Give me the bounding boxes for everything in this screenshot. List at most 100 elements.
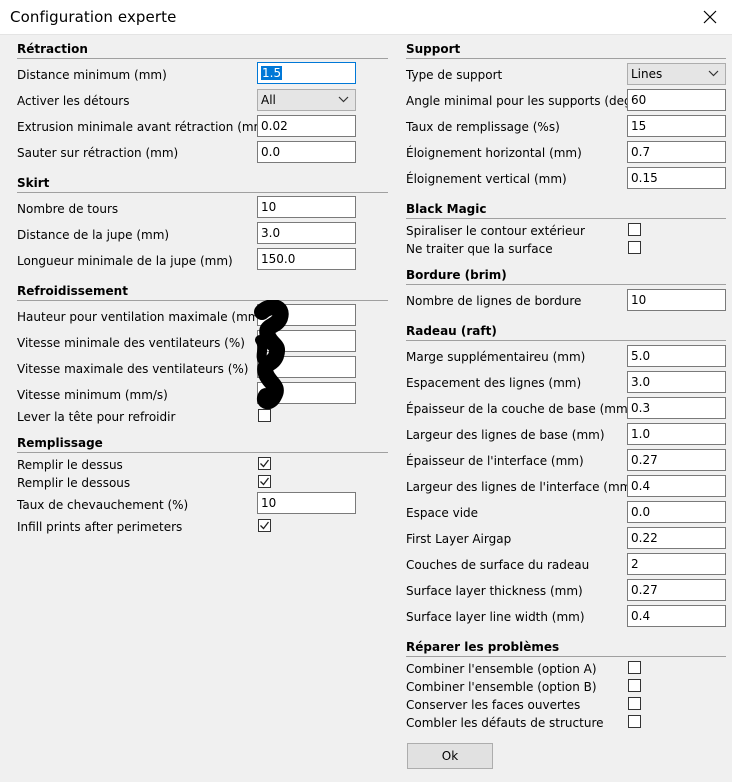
raft-margin-input[interactable]: 5.0: [627, 345, 726, 367]
z-hop-input[interactable]: 0.0: [257, 141, 356, 163]
spiralize-checkbox[interactable]: [628, 223, 641, 236]
raft-surface-linewidth-input[interactable]: 0.4: [627, 605, 726, 627]
skirt-min-length-label: Longueur minimale de la jupe (mm): [17, 254, 233, 268]
section-divider: [17, 58, 388, 59]
lift-head-checkbox[interactable]: [258, 409, 271, 422]
close-button[interactable]: [688, 0, 732, 34]
checkmark-icon: [260, 521, 270, 530]
skirt-distance-label: Distance de la jupe (mm): [17, 228, 170, 242]
raft-first-layer-airgap-label: First Layer Airgap: [406, 532, 512, 546]
surface-only-label: Ne traiter que la surface: [406, 242, 553, 256]
support-type-select[interactable]: Lines: [627, 63, 726, 85]
fill-top-checkbox[interactable]: [258, 457, 271, 470]
combine-b-label: Combiner l'ensemble (option B): [406, 680, 597, 694]
section-raft-title: Radeau (raft): [406, 324, 497, 338]
overlap-input[interactable]: 10: [257, 492, 356, 514]
support-z-label: Éloignement vertical (mm): [406, 172, 567, 186]
section-retraction-title: Rétraction: [17, 42, 88, 56]
support-z-input[interactable]: 0.15: [627, 167, 726, 189]
support-fill-input[interactable]: 15: [627, 115, 726, 137]
support-angle-input[interactable]: 60: [627, 89, 726, 111]
min-distance-label: Distance minimum (mm): [17, 68, 167, 82]
raft-interface-linewidth-label: Largeur des lignes de l'interface (mm): [406, 480, 637, 494]
title-divider: [0, 34, 732, 35]
section-divider: [406, 218, 726, 219]
after-perimeters-checkbox[interactable]: [258, 519, 271, 532]
section-divider: [406, 284, 726, 285]
skirt-loops-label: Nombre de tours: [17, 202, 119, 216]
raft-airgap-input[interactable]: 0.0: [627, 501, 726, 523]
raft-surface-layers-input[interactable]: 2: [627, 553, 726, 575]
raft-base-thickness-label: Épaisseur de la couche de base (mm): [406, 402, 633, 416]
section-cooling-title: Refroidissement: [17, 284, 128, 298]
fan-max-speed-label: Vitesse maximale des ventilateurs (%): [17, 362, 249, 376]
section-fix-title: Réparer les problèmes: [406, 640, 560, 654]
z-hop-label: Sauter sur rétraction (mm): [17, 146, 179, 160]
skirt-min-length-input[interactable]: 150.0: [257, 248, 356, 270]
combine-a-label: Combiner l'ensemble (option A): [406, 662, 597, 676]
raft-margin-label: Marge supplémentaireu (mm): [406, 350, 586, 364]
detours-value: All: [261, 93, 276, 107]
close-icon: [703, 10, 717, 24]
extensive-stitch-checkbox[interactable]: [628, 715, 641, 728]
section-divider: [406, 58, 726, 59]
checkmark-icon: [260, 477, 270, 486]
min-speed-label: Vitesse minimum (mm/s): [17, 388, 168, 402]
raft-line-spacing-label: Espacement des lignes (mm): [406, 376, 582, 390]
redaction-scribble: [254, 300, 289, 410]
min-extrusion-input[interactable]: 0.02: [257, 115, 356, 137]
brim-lines-input[interactable]: 10: [627, 289, 726, 311]
raft-surface-layers-label: Couches de surface du radeau: [406, 558, 590, 572]
raft-surface-linewidth-label: Surface layer line width (mm): [406, 610, 585, 624]
combine-a-checkbox[interactable]: [628, 661, 641, 674]
min-distance-input[interactable]: 1.5: [257, 62, 356, 84]
fan-min-speed-label: Vitesse minimale des ventilateurs (%): [17, 336, 245, 350]
section-brim-title: Bordure (brim): [406, 268, 507, 282]
section-divider: [406, 656, 726, 657]
support-xy-input[interactable]: 0.7: [627, 141, 726, 163]
raft-interface-thickness-label: Épaisseur de l'interface (mm): [406, 454, 584, 468]
section-infill-title: Remplissage: [17, 436, 103, 450]
raft-interface-linewidth-input[interactable]: 0.4: [627, 475, 726, 497]
raft-line-spacing-input[interactable]: 3.0: [627, 371, 726, 393]
detours-label: Activer les détours: [17, 94, 130, 108]
spiralize-label: Spiraliser le contour extérieur: [406, 224, 585, 238]
section-divider: [17, 192, 388, 193]
skirt-loops-input[interactable]: 10: [257, 196, 356, 218]
keep-open-checkbox[interactable]: [628, 697, 641, 710]
section-divider: [406, 340, 726, 341]
after-perimeters-label: Infill prints after perimeters: [17, 520, 183, 534]
support-xy-label: Éloignement horizontal (mm): [406, 146, 582, 160]
section-divider: [17, 452, 388, 453]
section-divider: [17, 300, 388, 301]
raft-interface-thickness-input[interactable]: 0.27: [627, 449, 726, 471]
section-skirt-title: Skirt: [17, 176, 50, 190]
raft-base-thickness-input[interactable]: 0.3: [627, 397, 726, 419]
fill-bottom-label: Remplir le dessous: [17, 476, 131, 490]
keep-open-label: Conserver les faces ouvertes: [406, 698, 581, 712]
raft-first-layer-airgap-input[interactable]: 0.22: [627, 527, 726, 549]
brim-lines-label: Nombre de lignes de bordure: [406, 294, 582, 308]
window-title: Configuration experte: [10, 8, 177, 26]
detours-select[interactable]: All: [257, 89, 356, 111]
surface-only-checkbox[interactable]: [628, 241, 641, 254]
support-type-value: Lines: [631, 67, 663, 81]
fill-top-label: Remplir le dessus: [17, 458, 123, 472]
skirt-distance-input[interactable]: 3.0: [257, 222, 356, 244]
chevron-down-icon: [708, 70, 719, 77]
raft-surface-thickness-label: Surface layer thickness (mm): [406, 584, 583, 598]
extensive-stitch-label: Combler les défauts de structure: [406, 716, 604, 730]
ok-button[interactable]: Ok: [407, 743, 493, 769]
support-fill-label: Taux de remplissage (%s): [406, 120, 560, 134]
support-type-label: Type de support: [406, 68, 503, 82]
fill-bottom-checkbox[interactable]: [258, 475, 271, 488]
chevron-down-icon: [338, 96, 349, 103]
raft-surface-thickness-input[interactable]: 0.27: [627, 579, 726, 601]
raft-base-linewidth-input[interactable]: 1.0: [627, 423, 726, 445]
section-black-magic-title: Black Magic: [406, 202, 487, 216]
title-bar: Configuration experte: [0, 0, 732, 34]
combine-b-checkbox[interactable]: [628, 679, 641, 692]
checkmark-icon: [260, 459, 270, 468]
support-angle-label: Angle minimal pour les supports (deg): [406, 94, 637, 108]
fan-full-height-label: Hauteur pour ventilation maximale (mm): [17, 310, 265, 324]
